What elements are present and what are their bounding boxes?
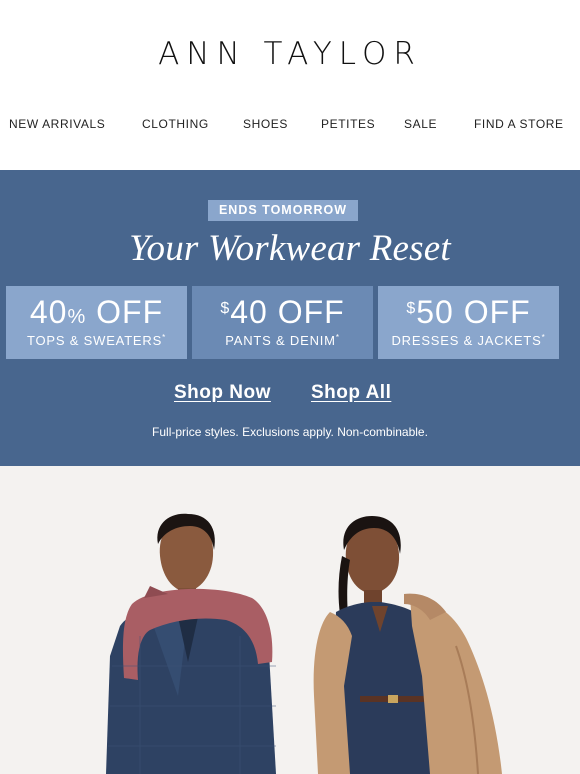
offer-category: DRESSES & JACKETS* bbox=[391, 333, 546, 348]
offer-tile-dresses-jackets[interactable]: $50 OFF DRESSES & JACKETS* bbox=[378, 286, 559, 359]
shop-now-link[interactable]: Shop Now bbox=[174, 382, 271, 404]
offer-category: PANTS & DENIM* bbox=[225, 333, 340, 348]
nav-item-sale[interactable]: SALE bbox=[404, 117, 437, 131]
hero-models-illustration bbox=[106, 513, 502, 774]
offer-amount: $50 OFF bbox=[406, 294, 531, 330]
offer-category: TOPS & SWEATERS* bbox=[27, 333, 166, 348]
email-header: ANN TAYLOR NEW ARRIVALS CLOTHING SHOES P… bbox=[0, 0, 580, 170]
offer-amount: 40% OFF bbox=[29, 294, 164, 330]
nav-item-petites[interactable]: PETITES bbox=[321, 117, 375, 131]
main-nav: NEW ARRIVALS CLOTHING SHOES PETITES SALE… bbox=[0, 117, 580, 133]
offer-tile-pants-denim[interactable]: $40 OFF PANTS & DENIM* bbox=[192, 286, 373, 359]
promo-headline: Your Workwear Reset bbox=[129, 228, 451, 269]
nav-item-find-a-store[interactable]: FIND A STORE bbox=[474, 117, 564, 131]
nav-item-clothing[interactable]: CLOTHING bbox=[142, 117, 209, 131]
brand-logo[interactable]: ANN TAYLOR bbox=[0, 36, 580, 72]
hero-image[interactable] bbox=[0, 466, 580, 774]
nav-item-shoes[interactable]: SHOES bbox=[243, 117, 288, 131]
offer-tile-tops-sweaters[interactable]: 40% OFF TOPS & SWEATERS* bbox=[6, 286, 187, 359]
nav-item-new-arrivals[interactable]: NEW ARRIVALS bbox=[9, 117, 105, 131]
offer-amount: $40 OFF bbox=[220, 294, 345, 330]
promo-disclaimer: Full-price styles. Exclusions apply. Non… bbox=[152, 425, 428, 439]
shop-all-link[interactable]: Shop All bbox=[311, 382, 391, 404]
right-model-figure bbox=[313, 516, 502, 774]
promo-banner: ENDS TOMORROW Your Workwear Reset 40% OF… bbox=[0, 170, 580, 466]
left-model-figure bbox=[106, 513, 276, 774]
ends-tomorrow-badge: ENDS TOMORROW bbox=[208, 200, 358, 221]
